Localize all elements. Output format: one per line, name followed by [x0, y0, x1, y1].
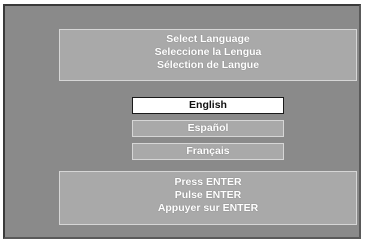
- language-options-list: English Español Français: [132, 97, 284, 166]
- instruction-line-french: Appuyer sur ENTER: [157, 202, 259, 214]
- instruction-line-spanish: Pulse ENTER: [174, 189, 242, 201]
- instruction-panel: Press ENTER Pulse ENTER Appuyer sur ENTE…: [59, 171, 357, 225]
- language-prompt-panel: Select Language Seleccione la Lengua Sél…: [59, 29, 357, 81]
- language-option-english[interactable]: English: [132, 97, 284, 114]
- language-option-spanish[interactable]: Español: [132, 120, 284, 137]
- prompt-line-french: Sélection de Langue: [156, 59, 260, 71]
- instruction-line-english: Press ENTER: [174, 176, 242, 188]
- language-option-french[interactable]: Français: [132, 143, 284, 160]
- language-setup-screen: Select Language Seleccione la Lengua Sél…: [3, 4, 361, 239]
- prompt-line-spanish: Seleccione la Lengua: [154, 46, 262, 58]
- prompt-line-english: Select Language: [166, 33, 250, 45]
